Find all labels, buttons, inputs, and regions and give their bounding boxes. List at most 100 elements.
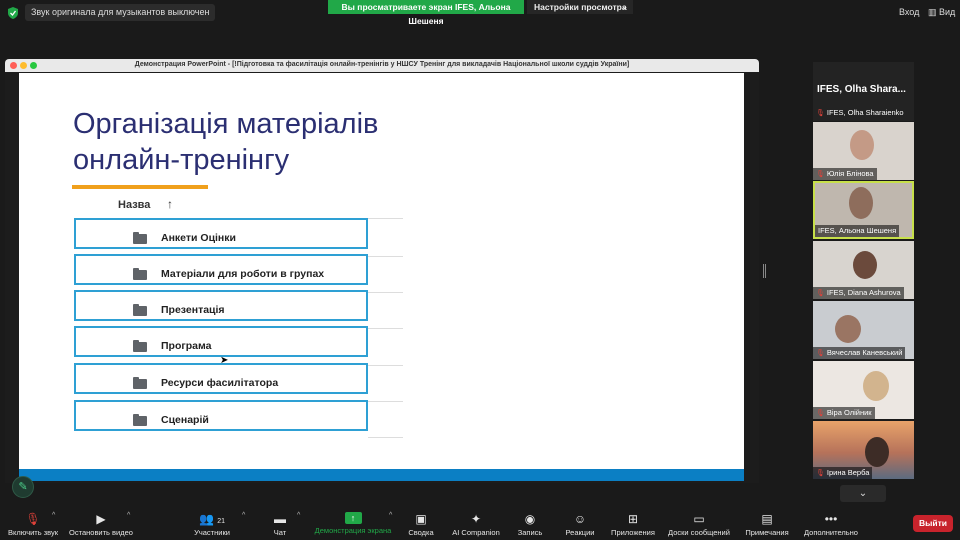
participant-tile[interactable]: 🎙 IFES, Diana Ashurova (813, 241, 914, 299)
folder-row: Програма (74, 326, 368, 357)
annotate-pen-icon[interactable]: ✎ (12, 476, 34, 498)
participant-tile[interactable]: 🎙 Віра Олійник (813, 361, 914, 419)
ai-companion-button[interactable]: ✦ AI Companion (447, 512, 505, 537)
participant-name: IFES, Альона Шешеня (815, 225, 900, 237)
whiteboard-icon: ▭ (693, 512, 705, 526)
enter-button[interactable]: Вход (899, 7, 919, 17)
view-label: Вид (939, 7, 956, 17)
window-title: Демонстрация PowerPoint - [!Підготовка т… (134, 61, 630, 68)
muted-mic-icon: 🎙 (816, 350, 825, 357)
leave-meeting-button[interactable]: Выйти (913, 515, 953, 532)
slide-title-line-2: онлайн-тренінгу (73, 144, 290, 176)
participants-button[interactable]: 👥 21 Участники (190, 512, 234, 537)
apps-button[interactable]: ⊞ Приложения (606, 512, 660, 537)
shared-folder-icon (133, 304, 147, 316)
participant-name: 🎙 IFES, Olha Sharaienko (816, 108, 904, 117)
folder-name: Матеріали для роботи в групах (161, 268, 325, 280)
row-divider (368, 256, 403, 257)
row-divider (368, 401, 403, 402)
chat-caret-icon[interactable]: ^ (297, 512, 300, 519)
video-camera-icon: ▶ (96, 512, 106, 526)
record-button[interactable]: ◉ Запись (512, 512, 548, 537)
mouse-pointer-icon: ➤ (220, 355, 229, 366)
folder-name: Сценарій (161, 414, 209, 426)
record-icon: ◉ (524, 512, 536, 526)
participant-video (849, 187, 873, 219)
folder-name: Програма (161, 340, 212, 352)
slide-title-line-1: Організація матеріалів (73, 108, 379, 140)
chat-button[interactable]: ▬ Чат (266, 512, 294, 537)
folder-name: Анкети Оцінки (161, 232, 236, 244)
participants-caret-icon[interactable]: ^ (242, 512, 245, 519)
folder-name: Презентація (161, 304, 225, 316)
participant-video (865, 437, 889, 467)
original-sound-notice: Звук оригинала для музыкантов выключен (25, 4, 216, 21)
summary-button[interactable]: ▣ Сводка (403, 512, 439, 537)
share-arrow-icon: ↑ (344, 512, 362, 524)
panel-resize-handle[interactable] (763, 264, 766, 278)
folder-row: Анкети Оцінки (74, 218, 368, 249)
smiley-icon: ☺ (573, 512, 587, 526)
window-titlebar: Демонстрация PowerPoint - [!Підготовка т… (5, 59, 759, 72)
notes-button[interactable]: ▤ Примечания (740, 512, 794, 537)
folder-row: Ресурси фасилітатора (74, 363, 368, 394)
security-shield-icon[interactable] (7, 7, 19, 19)
video-options-caret-icon[interactable]: ^ (127, 512, 130, 519)
participants-icon: 👥 21 (198, 512, 226, 526)
shared-screen-window: Демонстрация PowerPoint - [!Підготовка т… (5, 59, 759, 483)
share-screen-button[interactable]: ↑ Демонстрация экрана (311, 512, 395, 535)
row-divider (368, 292, 403, 293)
shared-folder-icon (133, 414, 147, 426)
muted-mic-icon: 🎙 (816, 171, 825, 178)
folder-name: Ресурси фасилітатора (161, 377, 279, 389)
muted-mic-icon: 🎙 (816, 470, 825, 477)
participant-tile[interactable]: 🎙 IFES, Olha Sharaienko (813, 104, 914, 121)
chevron-down-icon: ⌄ (621, 2, 628, 11)
stop-video-button[interactable]: ▶ Остановить видео (68, 512, 134, 537)
participant-tile[interactable]: 🎙 Юлія Блінова (813, 122, 914, 180)
folder-row: Матеріали для роботи в групах (74, 254, 368, 285)
row-divider (368, 328, 403, 329)
participant-tile-speaking[interactable]: IFES, Альона Шешеня (813, 181, 914, 239)
folder-row: Презентація (74, 290, 368, 321)
whiteboards-button[interactable]: ▭ Доски сообщений (664, 512, 734, 537)
grid-icon: ▥ (928, 7, 937, 17)
sort-ascending-icon: ↑ (167, 197, 173, 211)
screen-share-banner: Вы просматриваете экран IFES, Альона Шеш… (328, 0, 524, 26)
folder-row: Сценарій (74, 400, 368, 431)
more-button[interactable]: ••• Дополнительно (800, 512, 862, 537)
chat-bubble-icon: ▬ (274, 512, 286, 526)
reactions-button[interactable]: ☺ Реакции (560, 512, 600, 537)
scroll-down-button[interactable]: ⌄ (840, 485, 886, 502)
muted-mic-icon: 🎙 (816, 290, 825, 297)
view-settings-menu[interactable]: Настройки просмотра ⌄ (527, 0, 633, 14)
slide-footer-bar (19, 469, 744, 481)
audio-options-caret-icon[interactable]: ^ (52, 512, 55, 519)
chevron-down-icon: ⌄ (858, 488, 868, 499)
apps-grid-icon: ⊞ (627, 512, 639, 526)
view-button[interactable]: ▥ Вид (928, 7, 955, 18)
participant-video (850, 130, 874, 160)
participant-name: 🎙 Віра Олійник (813, 407, 875, 419)
muted-mic-icon: 🎙 (816, 110, 825, 117)
view-settings-label: Настройки просмотра (534, 2, 627, 12)
participant-tile[interactable]: 🎙 Ірина Верба (813, 421, 914, 479)
shared-folder-icon (133, 377, 147, 389)
shared-folder-icon (133, 268, 147, 280)
participant-tile[interactable]: 🎙 Вячеслав Каневський (813, 301, 914, 359)
shared-folder-icon (133, 340, 147, 352)
notes-icon: ▤ (761, 512, 773, 526)
slide-title: Організація матеріалів онлайн-тренінгу (73, 106, 493, 178)
share-caret-icon[interactable]: ^ (389, 512, 392, 519)
column-header-name: Назва (118, 199, 151, 211)
summary-doc-icon: ▣ (415, 512, 427, 526)
row-divider (368, 437, 403, 438)
participants-count: 21 (217, 518, 226, 525)
ai-sparkle-icon: ✦ (470, 512, 482, 526)
title-underline (72, 185, 208, 189)
meeting-toolbar: 🎙 Включить звук ^ ▶ Остановить видео ^ 👥… (0, 502, 960, 540)
shared-folder-icon (133, 232, 147, 244)
presentation-slide: Організація матеріалів онлайн-тренінгу Н… (19, 73, 744, 481)
participant-name: 🎙 IFES, Diana Ashurova (813, 287, 904, 299)
participant-video (835, 315, 861, 343)
